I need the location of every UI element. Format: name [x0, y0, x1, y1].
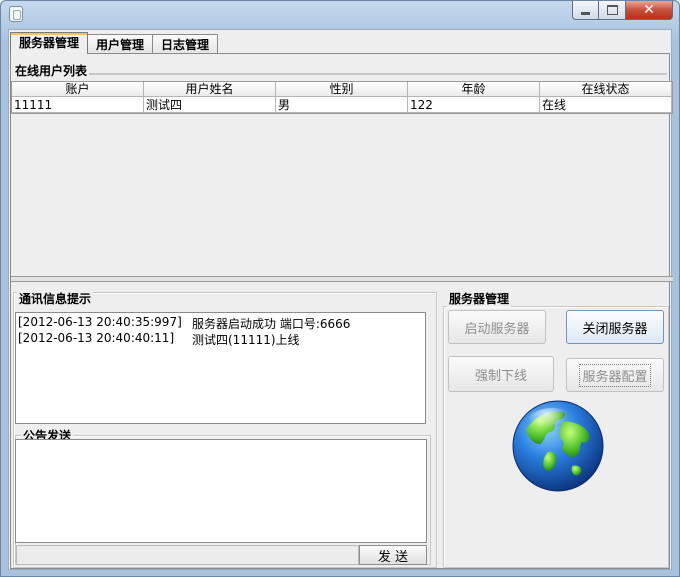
stop-server-button[interactable]: 关闭服务器 [566, 310, 664, 344]
table-header: 账户 用户姓名 性别 年龄 在线状态 [12, 82, 672, 97]
start-server-label: 启动服务器 [464, 321, 530, 337]
tab-server-management[interactable]: 服务器管理 [10, 32, 89, 54]
split-pane-divider[interactable] [11, 276, 673, 282]
server-controls-title: 服务器管理 [447, 290, 512, 307]
client-area: 服务器管理 用户管理 日志管理 在线用户列表 账户 用户姓名 性别 年龄 在线状… [8, 29, 673, 570]
announcement-input[interactable] [15, 439, 427, 543]
cell-name[interactable]: 测试四 [144, 97, 276, 113]
tab-user-management[interactable]: 用户管理 [87, 34, 154, 54]
cell-gender[interactable]: 男 [276, 97, 408, 113]
maximize-button[interactable] [599, 1, 626, 20]
tab-log-management[interactable]: 日志管理 [152, 34, 219, 54]
stop-server-label: 关闭服务器 [582, 321, 648, 337]
messages-title: 通讯信息提示 [17, 290, 94, 307]
column-header-status[interactable]: 在线状态 [540, 82, 672, 97]
cell-account[interactable]: 11111 [12, 97, 144, 113]
cell-status[interactable]: 在线 [540, 97, 672, 113]
send-label: 发 送 [377, 549, 409, 565]
log-time: [2012-06-13 20:40:40:11] [18, 331, 175, 345]
online-users-title: 在线用户列表 [13, 62, 90, 79]
app-window: ✕ 服务器管理 用户管理 日志管理 在线用户列表 账户 用户姓名 性别 年龄 在… [0, 0, 680, 577]
server-config-button[interactable]: 服务器配置 [566, 358, 664, 392]
start-server-button[interactable]: 启动服务器 [448, 310, 546, 344]
close-icon: ✕ [643, 2, 655, 18]
online-users-table: 账户 用户姓名 性别 年龄 在线状态 11111 测试四 男 122 在线 [11, 81, 673, 114]
force-offline-button[interactable]: 强制下线 [448, 356, 554, 392]
cell-age[interactable]: 122 [408, 97, 540, 113]
column-header-name[interactable]: 用户姓名 [144, 82, 276, 97]
minimize-icon [581, 11, 590, 15]
minimize-button[interactable] [572, 1, 599, 20]
window-controls: ✕ [572, 1, 673, 21]
server-config-label: 服务器配置 [579, 363, 651, 387]
send-button[interactable]: 发 送 [359, 545, 427, 565]
app-icon[interactable] [9, 6, 23, 22]
log-text: 服务器启动成功 端口号:6666 [192, 317, 351, 331]
log-text: 测试四(11111)上线 [192, 333, 300, 347]
log-time: [2012-06-13 20:40:35:997] [18, 315, 182, 329]
column-header-gender[interactable]: 性别 [276, 82, 408, 97]
globe-icon [512, 400, 604, 492]
section-divider [13, 73, 667, 75]
title-bar[interactable]: ✕ [1, 1, 679, 29]
force-offline-label: 强制下线 [474, 368, 527, 384]
column-header-account[interactable]: 账户 [12, 82, 144, 97]
server-management-panel: 在线用户列表 账户 用户姓名 性别 年龄 在线状态 11111 测试四 男 12… [10, 53, 673, 569]
announcement-scroll-strip [16, 545, 359, 565]
tab-bar: 服务器管理 用户管理 日志管理 [10, 32, 219, 54]
table-row[interactable]: 11111 测试四 男 122 在线 [12, 97, 672, 113]
message-log[interactable]: [2012-06-13 20:40:35:997] 服务器启动成功 端口号:66… [15, 312, 426, 424]
column-header-age[interactable]: 年龄 [408, 82, 540, 97]
close-button[interactable]: ✕ [626, 1, 673, 20]
maximize-icon [606, 5, 618, 15]
